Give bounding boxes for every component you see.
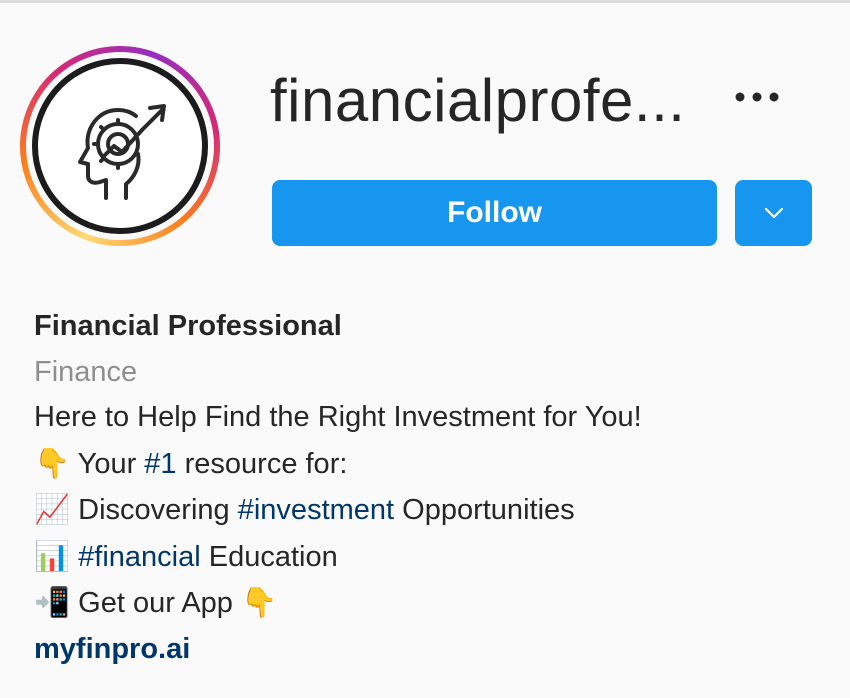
bio-text: Get our App	[70, 587, 241, 619]
more-options-icon	[735, 92, 779, 102]
bio-text: Opportunities	[394, 494, 575, 526]
bio-text: Discovering	[70, 494, 238, 526]
mobile-phone-arrow-emoji-icon: 📲	[34, 585, 71, 619]
follow-button-label: Follow	[447, 196, 542, 229]
pointing-down-emoji-icon: 👇	[34, 445, 71, 480]
profile-full-name: Financial Professional	[34, 310, 342, 342]
bio-line-investment: 📈 Discovering #investment Opportunities	[34, 487, 642, 534]
bio-line-education: 📊 #financial Education	[34, 534, 642, 581]
profile-avatar[interactable]	[20, 46, 220, 246]
hashtag-link[interactable]: #financial	[78, 541, 201, 573]
suggested-accounts-dropdown-button[interactable]	[735, 180, 812, 246]
profile-bio: Financial Professional Finance Here to H…	[34, 304, 642, 672]
avatar-image	[32, 58, 208, 234]
bio-text: Education	[200, 540, 338, 573]
profile-category: Finance	[34, 355, 138, 388]
hashtag-link[interactable]: #investment	[238, 494, 394, 526]
bio-line-resource: 👇 Your #1 resource for:	[34, 441, 642, 488]
pointing-down-emoji-icon: 👇	[241, 585, 278, 619]
bio-text: Your	[70, 447, 145, 480]
bio-line-app: 📲 Get our App 👇	[34, 580, 642, 627]
top-border	[0, 0, 850, 3]
chart-increasing-emoji-icon: 📈	[34, 492, 71, 526]
hashtag-link[interactable]: #1	[144, 448, 176, 480]
follow-button[interactable]: Follow	[272, 180, 717, 246]
bio-tagline: Here to Help Find the Right Investment f…	[34, 401, 642, 433]
bio-text	[70, 541, 78, 573]
bio-text: resource for:	[176, 447, 348, 480]
more-options-button[interactable]	[730, 82, 786, 112]
chevron-down-icon	[764, 207, 783, 219]
profile-username: financialprofe...	[270, 67, 686, 134]
bar-chart-emoji-icon: 📊	[34, 538, 71, 573]
head-growth-arrow-icon	[78, 104, 166, 200]
profile-website-link[interactable]: myfinpro.ai	[34, 627, 642, 673]
